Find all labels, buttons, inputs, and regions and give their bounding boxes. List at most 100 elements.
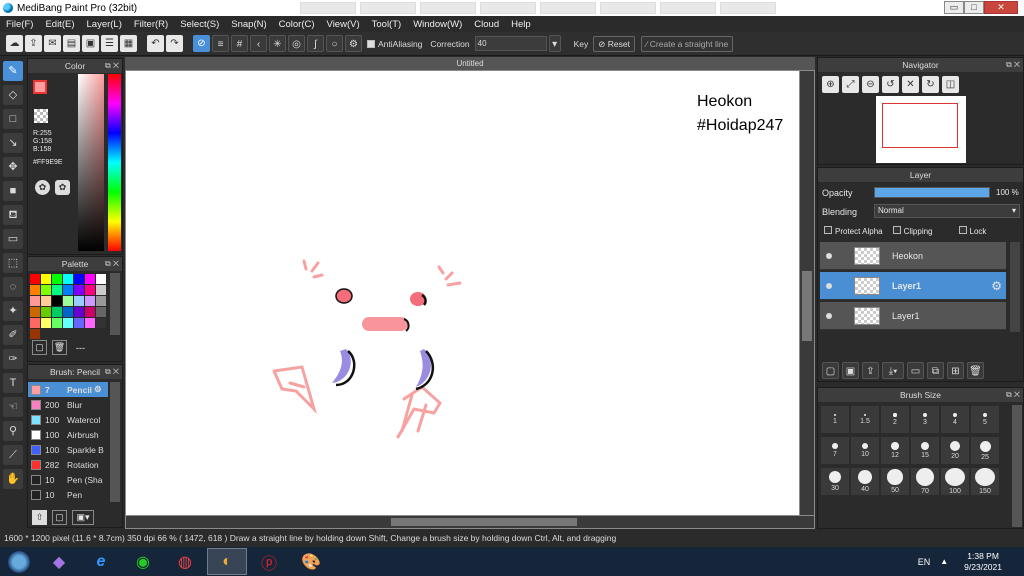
- palette-swatch[interactable]: [85, 285, 95, 295]
- curve-snap-icon[interactable]: ∫: [307, 35, 324, 52]
- brush-item[interactable]: 10 Pen: [28, 487, 108, 502]
- menu-snap[interactable]: Snap(N): [225, 19, 272, 30]
- reset-button[interactable]: ⊘ Reset: [593, 35, 635, 52]
- new-palette-icon[interactable]: ▢: [32, 340, 47, 355]
- palette-swatch[interactable]: [52, 318, 62, 328]
- list-icon[interactable]: ☰: [101, 35, 118, 52]
- brush-add-icon[interactable]: ⇧: [32, 510, 47, 525]
- internet-explorer-icon[interactable]: e: [81, 548, 121, 575]
- panel-float-close-icon[interactable]: ⧉ ✕: [1006, 388, 1020, 402]
- import-layer-icon[interactable]: ⇪: [862, 362, 879, 379]
- brush-size-option[interactable]: 150: [970, 467, 1000, 496]
- select-tool-icon[interactable]: ⬚: [3, 253, 23, 273]
- magic-wand-tool-icon[interactable]: ✦: [3, 301, 23, 321]
- parallel-snap-icon[interactable]: ≡: [212, 35, 229, 52]
- brush-tool-icon[interactable]: ✎: [3, 61, 23, 81]
- palette-swatch[interactable]: [63, 296, 73, 306]
- brush-item[interactable]: 10 Pen (Sha: [28, 472, 108, 487]
- clipping-toggle[interactable]: Clipping: [892, 226, 933, 236]
- brush-scrollbar[interactable]: [110, 382, 120, 502]
- palette-swatch[interactable]: [63, 285, 73, 295]
- panel-float-close-icon[interactable]: ⧉ ✕: [1006, 58, 1020, 72]
- palette-swatch[interactable]: [30, 318, 40, 328]
- rotate-right-icon[interactable]: ↻: [922, 76, 939, 93]
- palette-swatch[interactable]: [74, 318, 84, 328]
- palette-swatch[interactable]: [52, 307, 62, 317]
- lasso-tool-icon[interactable]: ◌: [3, 277, 23, 297]
- palette-swatch[interactable]: [63, 318, 73, 328]
- duplicate-layer-icon[interactable]: ⧉: [927, 362, 944, 379]
- start-button[interactable]: [1, 548, 37, 575]
- brush-size-option[interactable]: 20: [940, 436, 970, 465]
- clipping-checkbox[interactable]: [892, 226, 901, 234]
- foreground-color-swatch[interactable]: [33, 80, 47, 94]
- antialiasing-toggle[interactable]: AntiAliasing: [364, 39, 425, 49]
- brush-settings-gear-icon[interactable]: ⚙: [94, 384, 102, 395]
- eraser-tool-icon[interactable]: ◇: [3, 85, 23, 105]
- navigator-preview[interactable]: [876, 96, 966, 163]
- panel-float-close-icon[interactable]: ⧉ ✕: [105, 59, 119, 73]
- straight-line-button[interactable]: ∕ Create a straight line: [641, 35, 734, 52]
- transparent-color-swatch[interactable]: [34, 109, 48, 123]
- new-folder-icon[interactable]: ▭: [907, 362, 924, 379]
- palette-swatch[interactable]: [41, 307, 51, 317]
- circle-snap-icon[interactable]: ○: [326, 35, 343, 52]
- palette-swatch[interactable]: [85, 296, 95, 306]
- palette-picker-icon[interactable]: ✿: [55, 180, 70, 195]
- palette-swatch[interactable]: [52, 296, 62, 306]
- palette-swatch[interactable]: [85, 307, 95, 317]
- hand-tool-icon[interactable]: ✋: [3, 469, 23, 489]
- brush-size-option[interactable]: 3: [910, 405, 940, 434]
- palette-swatch[interactable]: [74, 285, 84, 295]
- brush-size-option[interactable]: 1: [820, 405, 850, 434]
- drawing-canvas[interactable]: Heokon #Hoidap247: [126, 71, 799, 515]
- reset-rotation-icon[interactable]: ✕: [902, 76, 919, 93]
- minimize-button[interactable]: ▭: [944, 1, 964, 14]
- palette-swatch[interactable]: [30, 274, 40, 284]
- crisscross-snap-icon[interactable]: #: [231, 35, 248, 52]
- menu-help[interactable]: Help: [505, 19, 537, 30]
- brush-item[interactable]: 200 Blur: [28, 397, 108, 412]
- brush-size-option[interactable]: 70: [910, 467, 940, 496]
- palette-swatch[interactable]: [74, 307, 84, 317]
- palette-swatch[interactable]: [30, 285, 40, 295]
- brush-item[interactable]: 100 Sparkle B: [28, 442, 108, 457]
- close-button[interactable]: ✕: [984, 1, 1018, 14]
- brush-size-option[interactable]: 25: [970, 436, 1000, 465]
- palette-swatch[interactable]: [52, 285, 62, 295]
- opacity-slider[interactable]: [874, 187, 990, 198]
- brush-item[interactable]: 100 Airbrush: [28, 427, 108, 442]
- new-halftone-layer-icon[interactable]: ▣: [842, 362, 859, 379]
- tray-arrow-icon[interactable]: ▲: [940, 557, 948, 566]
- eyedropper-tool-icon[interactable]: ⚲: [3, 421, 23, 441]
- canvas-horizontal-scrollbar[interactable]: [126, 516, 814, 528]
- blending-select[interactable]: Normal ▾: [874, 204, 1020, 218]
- panel-float-close-icon[interactable]: ⧉ ✕: [105, 257, 119, 271]
- palette-swatch[interactable]: [96, 274, 106, 284]
- palette-swatch[interactable]: [41, 274, 51, 284]
- palette-swatch[interactable]: [96, 318, 106, 328]
- palette-swatch[interactable]: [96, 285, 106, 295]
- menu-tool[interactable]: Tool(T): [366, 19, 408, 30]
- zoom-out-icon[interactable]: ⊖: [862, 76, 879, 93]
- select-pen-tool-icon[interactable]: ✐: [3, 325, 23, 345]
- palette-swatch[interactable]: [74, 296, 84, 306]
- brush-item[interactable]: 100 Watercol: [28, 412, 108, 427]
- brush-size-option[interactable]: 100: [940, 467, 970, 496]
- medibang-icon[interactable]: ◐: [207, 548, 247, 575]
- concentric-snap-icon[interactable]: ◎: [288, 35, 305, 52]
- layer-row[interactable]: Layer1 ⚙: [820, 272, 1006, 300]
- menu-edit[interactable]: Edit(E): [39, 19, 80, 30]
- redo-icon[interactable]: ↷: [166, 35, 183, 52]
- brush-copy-icon[interactable]: ▢: [52, 510, 67, 525]
- divide-tool-icon[interactable]: ⟋: [3, 445, 23, 465]
- chrome-icon[interactable]: ◍: [165, 548, 205, 575]
- grid-icon[interactable]: ▦: [120, 35, 137, 52]
- palette-swatch[interactable]: [85, 274, 95, 284]
- menu-layer[interactable]: Layer(L): [81, 19, 128, 30]
- brush-size-option[interactable]: 10: [850, 436, 880, 465]
- palette-swatch[interactable]: [41, 318, 51, 328]
- paint-icon[interactable]: 🎨: [291, 548, 331, 575]
- brush-size-option[interactable]: 12: [880, 436, 910, 465]
- new-layer-icon[interactable]: ▢: [822, 362, 839, 379]
